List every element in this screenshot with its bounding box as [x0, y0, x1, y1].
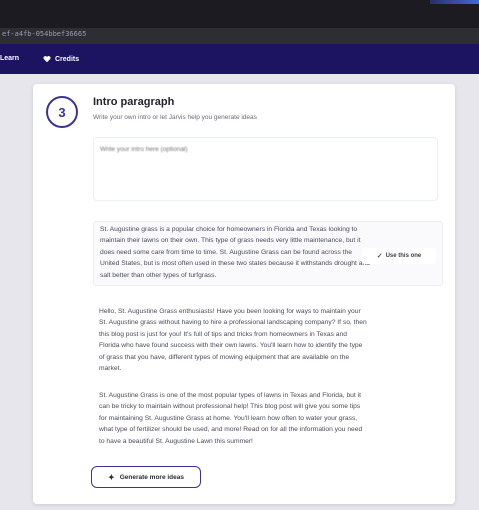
nav-learn-label: Learn	[0, 55, 20, 62]
address-text: ef-a4fb-054bbef36665	[2, 30, 87, 38]
nav-learn[interactable]: Learn	[0, 55, 19, 62]
use-this-one-button[interactable]: ✓ Use this one	[362, 248, 436, 264]
section-subtitle: Write your own intro or let Jarvis help …	[93, 114, 257, 121]
sparkle-icon: ✦	[107, 472, 115, 482]
generate-more-ideas-button[interactable]: ✦ Generate more ideas	[91, 466, 201, 488]
heart-icon	[43, 56, 51, 63]
nav-credits-label: Credits	[55, 55, 80, 63]
browser-accent-strip	[430, 0, 479, 4]
nav-credits[interactable]: Credits	[43, 55, 79, 63]
use-this-one-label: Use this one	[385, 253, 422, 259]
address-bar[interactable]: ef-a4fb-054bbef36665	[0, 28, 479, 44]
step-number-badge: 3	[46, 96, 78, 128]
intro-input[interactable]	[93, 137, 438, 201]
intro-option-3[interactable]: St. Augustine Grass is one of the most p…	[93, 390, 443, 447]
intro-option-2[interactable]: Hello, St. Augustine Grass enthusiasts! …	[93, 306, 443, 374]
section-title: Intro paragraph	[93, 96, 175, 108]
browser-top-band	[0, 0, 479, 28]
generate-more-ideas-label: Generate more ideas	[119, 473, 184, 481]
intro-option-text: Hello, St. Augustine Grass enthusiasts! …	[99, 308, 367, 373]
intro-textarea[interactable]	[94, 138, 437, 200]
check-icon: ✓	[376, 253, 383, 260]
intro-option-text: St. Augustine grass is a popular choice …	[100, 226, 370, 279]
intro-option-text: St. Augustine Grass is one of the most p…	[99, 392, 363, 445]
top-nav: Learn Credits	[0, 44, 479, 74]
